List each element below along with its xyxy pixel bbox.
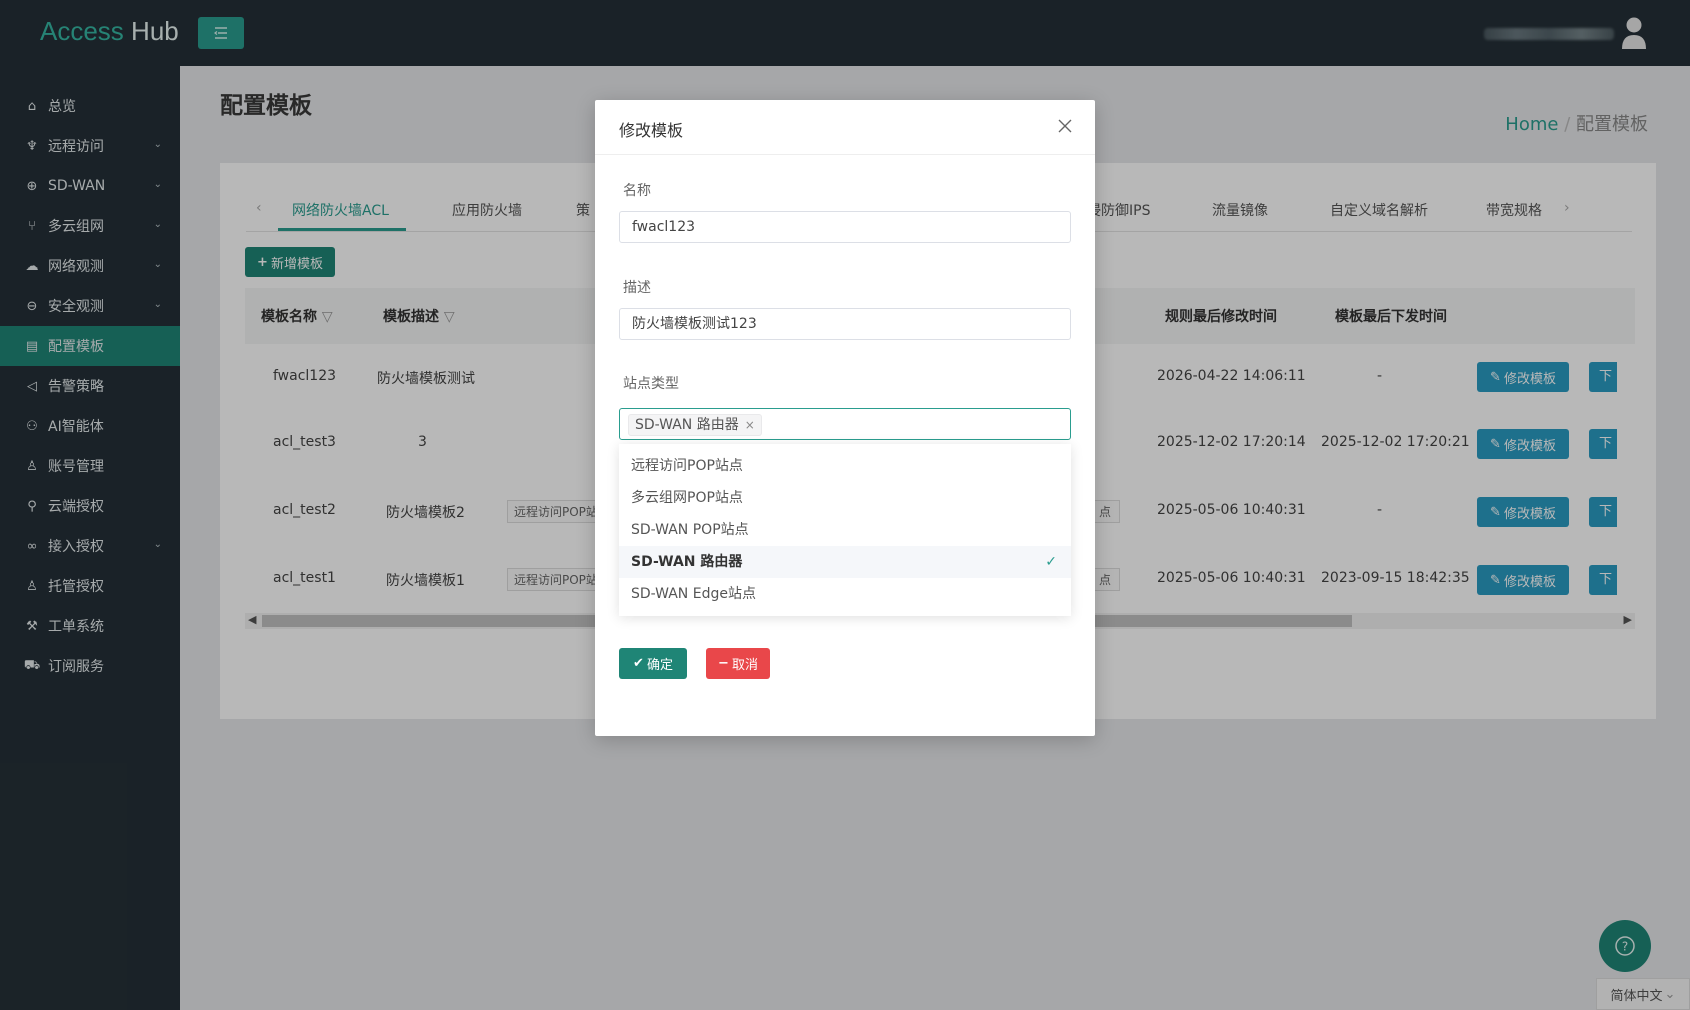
site-type-dropdown: 远程访问POP站点 多云组网POP站点 SD-WAN POP站点 SD-WAN … [619, 444, 1071, 616]
cancel-button[interactable]: − 取消 [706, 648, 770, 679]
name-label: 名称 [623, 183, 651, 199]
remove-chip-icon[interactable]: × [745, 418, 755, 432]
site-type-option[interactable]: 多云组网POP站点 [619, 482, 1071, 514]
confirm-button[interactable]: ✔ 确定 [619, 648, 687, 679]
edit-template-dialog: 修改模板 名称 fwacl123 描述 防火墙模板测试123 站点类型 SD-W… [595, 100, 1095, 736]
check-icon: ✓ [1045, 554, 1057, 570]
check-icon: ✔ [633, 656, 644, 671]
site-type-label: 站点类型 [623, 376, 679, 392]
selected-site-type-chip: SD-WAN 路由器 × [628, 414, 762, 436]
site-type-option[interactable]: SD-WAN Edge站点 [619, 578, 1071, 610]
dialog-header: 修改模板 [595, 100, 1095, 155]
site-type-option-selected[interactable]: SD-WAN 路由器 ✓ [619, 546, 1071, 578]
dialog-title: 修改模板 [619, 121, 684, 140]
site-type-option[interactable]: 远程访问POP站点 [619, 450, 1071, 482]
name-input[interactable]: fwacl123 [619, 211, 1071, 243]
close-icon[interactable] [1055, 116, 1075, 136]
desc-input[interactable]: 防火墙模板测试123 [619, 308, 1071, 340]
site-type-option[interactable]: SD-WAN POP站点 [619, 514, 1071, 546]
minus-icon: − [718, 656, 729, 671]
site-type-select[interactable]: SD-WAN 路由器 × [619, 408, 1071, 440]
desc-label: 描述 [623, 280, 651, 296]
